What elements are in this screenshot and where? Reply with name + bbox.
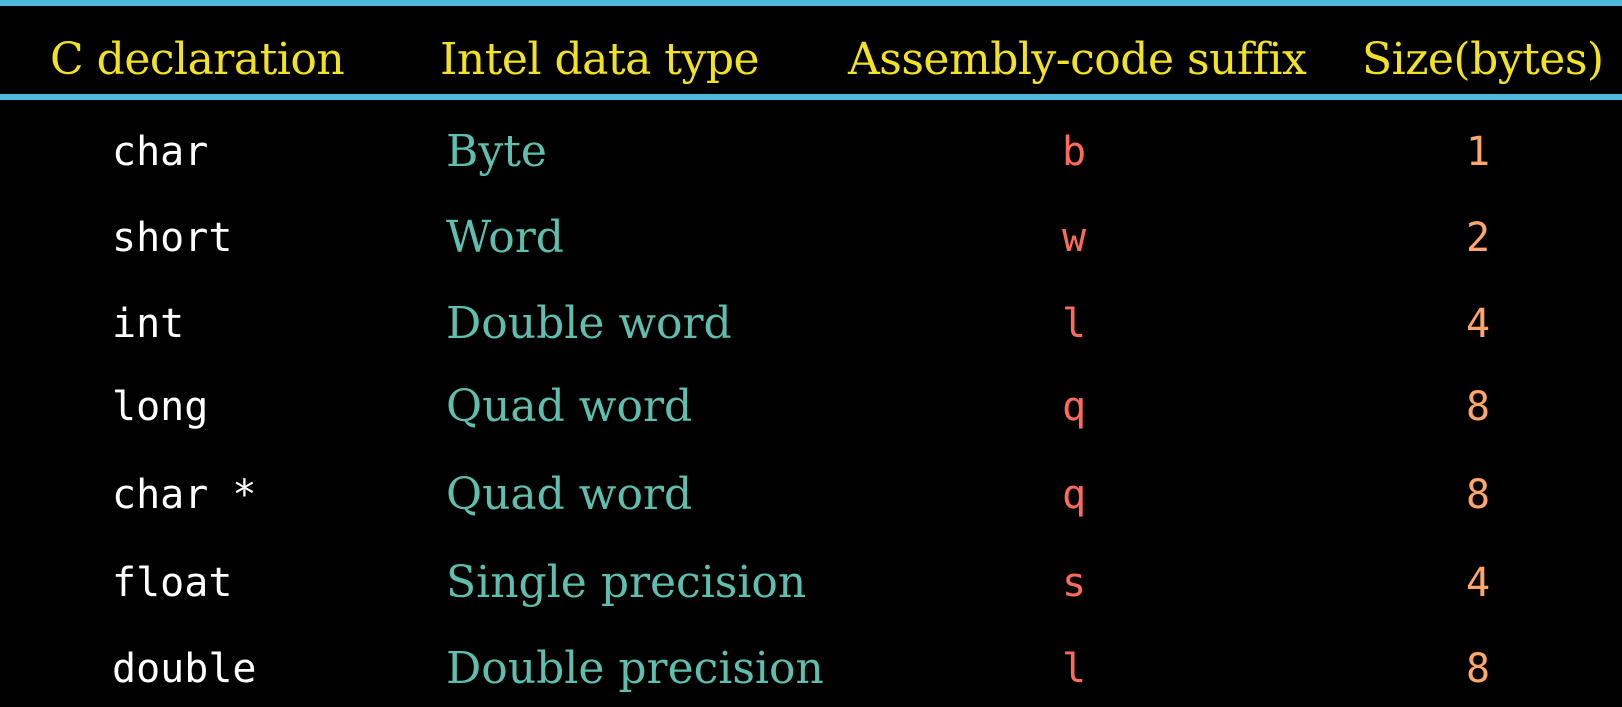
cell-c-declaration: int xyxy=(112,301,185,347)
cell-assembly-suffix: s xyxy=(1062,560,1087,606)
cell-intel-data-type: Byte xyxy=(446,126,547,177)
header-intel-data-type: Intel data type xyxy=(440,34,760,85)
cell-c-declaration: char xyxy=(112,129,209,175)
cell-size-bytes: 8 xyxy=(1466,646,1491,692)
cell-c-declaration: long xyxy=(112,384,209,430)
table-row: char * Quad word q 8 xyxy=(0,457,1622,533)
cell-intel-data-type: Quad word xyxy=(446,381,693,432)
header-assembly-suffix: Assembly-code suffix xyxy=(848,34,1307,85)
cell-assembly-suffix: l xyxy=(1062,646,1087,692)
table-header-rule xyxy=(0,94,1622,100)
cell-intel-data-type: Double precision xyxy=(446,643,824,694)
cell-intel-data-type: Word xyxy=(446,212,564,263)
table-row: double Double precision l 8 xyxy=(0,631,1622,707)
table-row: float Single precision s 4 xyxy=(0,545,1622,621)
header-size-bytes: Size(bytes) xyxy=(1362,34,1604,85)
cell-assembly-suffix: w xyxy=(1062,215,1087,261)
cell-c-declaration: char * xyxy=(112,472,257,518)
cell-intel-data-type: Double word xyxy=(446,298,732,349)
table-row: int Double word l 4 xyxy=(0,286,1622,362)
table-top-rule xyxy=(0,0,1622,6)
cell-intel-data-type: Single precision xyxy=(446,557,807,608)
cell-assembly-suffix: q xyxy=(1062,472,1087,518)
cell-c-declaration: short xyxy=(112,215,233,261)
cell-assembly-suffix: b xyxy=(1062,129,1087,175)
cell-size-bytes: 4 xyxy=(1466,560,1491,606)
cell-c-declaration: double xyxy=(112,646,257,692)
table-row: short Word w 2 xyxy=(0,200,1622,276)
cell-assembly-suffix: l xyxy=(1062,301,1087,347)
cell-size-bytes: 8 xyxy=(1466,384,1491,430)
table-row: char Byte b 1 xyxy=(0,114,1622,190)
cell-size-bytes: 2 xyxy=(1466,215,1491,261)
cell-size-bytes: 4 xyxy=(1466,301,1491,347)
cell-intel-data-type: Quad word xyxy=(446,469,693,520)
table-row: long Quad word q 8 xyxy=(0,369,1622,445)
cell-c-declaration: float xyxy=(112,560,233,606)
cell-size-bytes: 1 xyxy=(1466,129,1491,175)
header-c-declaration: C declaration xyxy=(50,34,345,85)
cell-assembly-suffix: q xyxy=(1062,384,1087,430)
cell-size-bytes: 8 xyxy=(1466,472,1491,518)
